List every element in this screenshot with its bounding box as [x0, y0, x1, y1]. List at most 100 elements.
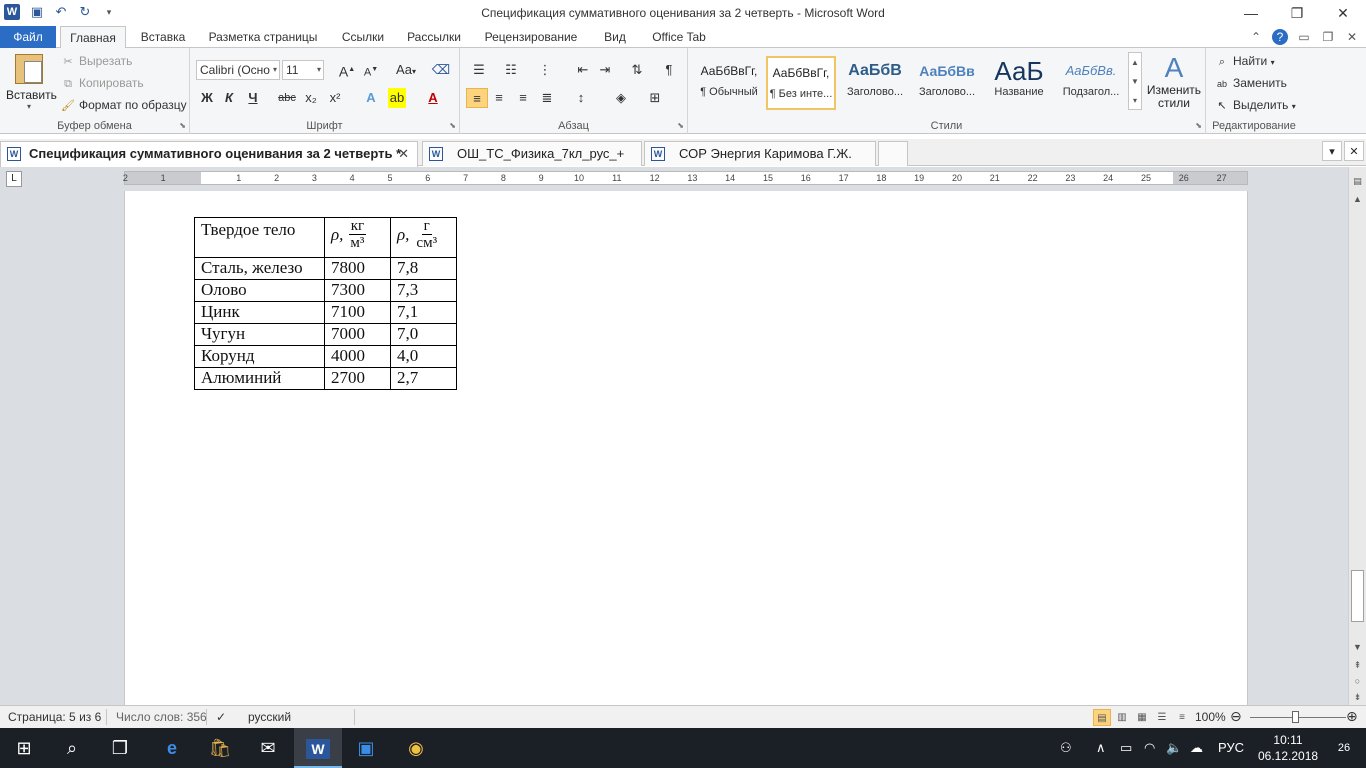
vertical-scrollbar[interactable]: ▤ ▲ ▼ ⇞ ○ ⇟ [1348, 167, 1366, 705]
tab-mailings[interactable]: Рассылки [400, 26, 468, 48]
close-tab-icon[interactable]: ✕ [398, 142, 409, 166]
increase-indent-icon[interactable]: ⇥ [594, 60, 616, 80]
document-page[interactable]: Твердое тело ρ, кг м³ ρ, г см³ Сталь, же… [124, 191, 1248, 705]
zoom-level[interactable]: 100% [1195, 710, 1226, 724]
shrink-font-button[interactable]: A▼ [360, 60, 382, 80]
people-icon[interactable]: ⚇ [1060, 740, 1072, 756]
tab-file[interactable]: Файл [0, 26, 56, 48]
cell-material[interactable]: Алюминий [194, 367, 325, 390]
restore-icon[interactable]: ❐ [1274, 0, 1320, 26]
wifi-icon[interactable]: ◠ [1144, 740, 1155, 756]
tab-review[interactable]: Рецензирование [476, 26, 586, 48]
subscript-button[interactable]: x₂ [300, 88, 322, 108]
search-icon[interactable]: ⌕ [48, 728, 96, 768]
cell-density-g[interactable]: 7,3 [390, 279, 457, 302]
font-launcher-icon[interactable]: ⬊ [449, 121, 456, 130]
minimize-icon[interactable]: — [1228, 0, 1274, 26]
window-restore-icon[interactable]: ❐ [1320, 29, 1336, 45]
style-normal[interactable]: АаБбВвГг, ¶ Обычный [694, 56, 764, 110]
tab-selector[interactable]: L [6, 171, 22, 187]
collapse-ribbon-icon[interactable]: ⌃ [1248, 29, 1264, 45]
prev-page-icon[interactable]: ⇞ [1350, 657, 1365, 673]
replace-button[interactable]: ab Заменить [1214, 76, 1287, 92]
strikethrough-button[interactable]: abc [276, 88, 298, 108]
borders-icon[interactable]: ⊞ [644, 88, 666, 108]
grow-font-button[interactable]: A▲ [336, 60, 358, 80]
tab-home[interactable]: Главная [60, 26, 126, 49]
font-size-combo[interactable]: 11 ▾ [282, 60, 324, 80]
cell-density-kg[interactable]: 7100 [324, 301, 391, 324]
paragraph-launcher-icon[interactable]: ⬊ [677, 121, 684, 130]
style-subtitle[interactable]: АаБбВв. Подзагол... [1056, 56, 1126, 110]
change-case-button[interactable]: Aa▾ [392, 60, 420, 80]
styles-scroll[interactable]: ▲ ▼ ▾ [1128, 52, 1142, 110]
battery-icon[interactable]: ▭ [1120, 740, 1132, 756]
cell-density-kg[interactable]: 7000 [324, 323, 391, 346]
cell-density-kg[interactable]: 4000 [324, 345, 391, 368]
cell-density-g[interactable]: 2,7 [390, 367, 457, 390]
style-heading-1[interactable]: АаБбВ Заголово... [840, 56, 910, 110]
help-icon[interactable]: ? [1272, 29, 1288, 45]
browse-object-icon[interactable]: ○ [1350, 673, 1365, 689]
full-screen-reading-icon[interactable]: ▥ [1113, 709, 1131, 726]
sync-icon[interactable]: ☁ [1190, 740, 1203, 756]
cell-density-g[interactable]: 7,1 [390, 301, 457, 324]
tab-list-dropdown-icon[interactable]: ▾ [1322, 141, 1342, 161]
header-density-kg-m3[interactable]: ρ, кг м³ [324, 217, 391, 258]
zoom-in-icon[interactable]: ⊕ [1346, 708, 1358, 725]
new-tab-button[interactable] [878, 141, 908, 166]
undo-icon[interactable]: ↶ [52, 3, 70, 21]
bold-button[interactable]: Ж [196, 88, 218, 108]
store-icon[interactable]: 🛍 [196, 728, 244, 768]
cell-density-g[interactable]: 7,0 [390, 323, 457, 346]
style-heading-2[interactable]: АаБбВв Заголово... [912, 56, 982, 110]
text-effects-icon[interactable]: A [360, 88, 382, 108]
find-button[interactable]: ⌕ Найти ▾ [1214, 54, 1275, 70]
shading-icon[interactable]: ◈ [610, 88, 632, 108]
numbering-icon[interactable]: ☷ [500, 60, 522, 80]
align-right-icon[interactable]: ≡ [512, 88, 534, 108]
ruler-toggle-icon[interactable]: ▤ [1350, 173, 1365, 189]
cell-density-g[interactable]: 7,8 [390, 257, 457, 280]
doc-tab-energy[interactable]: W СОР Энергия Каримова Г.Ж. [644, 141, 876, 166]
highlight-icon[interactable]: ab [388, 88, 406, 108]
font-color-icon[interactable]: A [422, 88, 444, 108]
copy-button[interactable]: ⧉ Копировать [60, 76, 144, 92]
header-density-g-cm3[interactable]: ρ, г см³ [390, 217, 457, 258]
close-all-tabs-icon[interactable]: ✕ [1344, 141, 1364, 161]
superscript-button[interactable]: x² [324, 88, 346, 108]
justify-icon[interactable]: ≣ [536, 88, 558, 108]
doc-tab-physics[interactable]: W ОШ_ТС_Физика_7кл_рус_+ [422, 141, 642, 166]
mail-icon[interactable]: ✉ [244, 728, 292, 768]
header-material[interactable]: Твердое тело [194, 217, 325, 258]
format-painter-button[interactable]: 🖌 Формат по образцу [60, 98, 187, 114]
italic-button[interactable]: К [218, 88, 240, 108]
density-table[interactable]: Твердое тело ρ, кг м³ ρ, г см³ Сталь, же… [194, 217, 457, 390]
task-view-icon[interactable]: ❐ [96, 728, 144, 768]
volume-icon[interactable]: 🔈 [1166, 740, 1182, 756]
next-page-icon[interactable]: ⇟ [1350, 689, 1365, 705]
tab-references[interactable]: Ссылки [334, 26, 392, 48]
style-no-spacing[interactable]: АаБбВвГг, ¶ Без инте... [766, 56, 836, 110]
word-count[interactable]: Число слов: 356 [116, 710, 207, 724]
cut-button[interactable]: ✂ Вырезать [60, 54, 132, 70]
cell-density-kg[interactable]: 2700 [324, 367, 391, 390]
window-close-icon[interactable]: ✕ [1344, 29, 1360, 45]
print-layout-icon[interactable]: ▤ [1093, 709, 1111, 726]
language-indicator[interactable]: русский [248, 710, 291, 724]
horizontal-ruler[interactable]: 2 1 1 2 3 4 5 6 7 8 9 10 11 12 13 14 15 16 17 18 19 20 21 22 23 2… [123, 171, 1248, 185]
window-minimize-icon[interactable]: ▭ [1296, 29, 1312, 45]
input-language[interactable]: РУС [1218, 740, 1244, 755]
tray-chevron-icon[interactable]: ∧ [1096, 740, 1106, 756]
paste-button[interactable]: Вставить ▾ [6, 52, 57, 116]
tab-view[interactable]: Вид [594, 26, 636, 48]
align-left-icon[interactable]: ≡ [466, 88, 488, 108]
scroll-down-icon[interactable]: ▼ [1350, 639, 1365, 655]
cell-density-kg[interactable]: 7300 [324, 279, 391, 302]
notifications-icon[interactable]: 26 [1332, 737, 1356, 759]
decrease-indent-icon[interactable]: ⇤ [572, 60, 594, 80]
doc-tab-active[interactable]: W Спецификация суммативного оценивания з… [0, 141, 418, 167]
tab-insert[interactable]: Вставка [132, 26, 194, 48]
customize-qat-icon[interactable]: ▾ [100, 3, 118, 21]
redo-icon[interactable]: ↻ [76, 3, 94, 21]
